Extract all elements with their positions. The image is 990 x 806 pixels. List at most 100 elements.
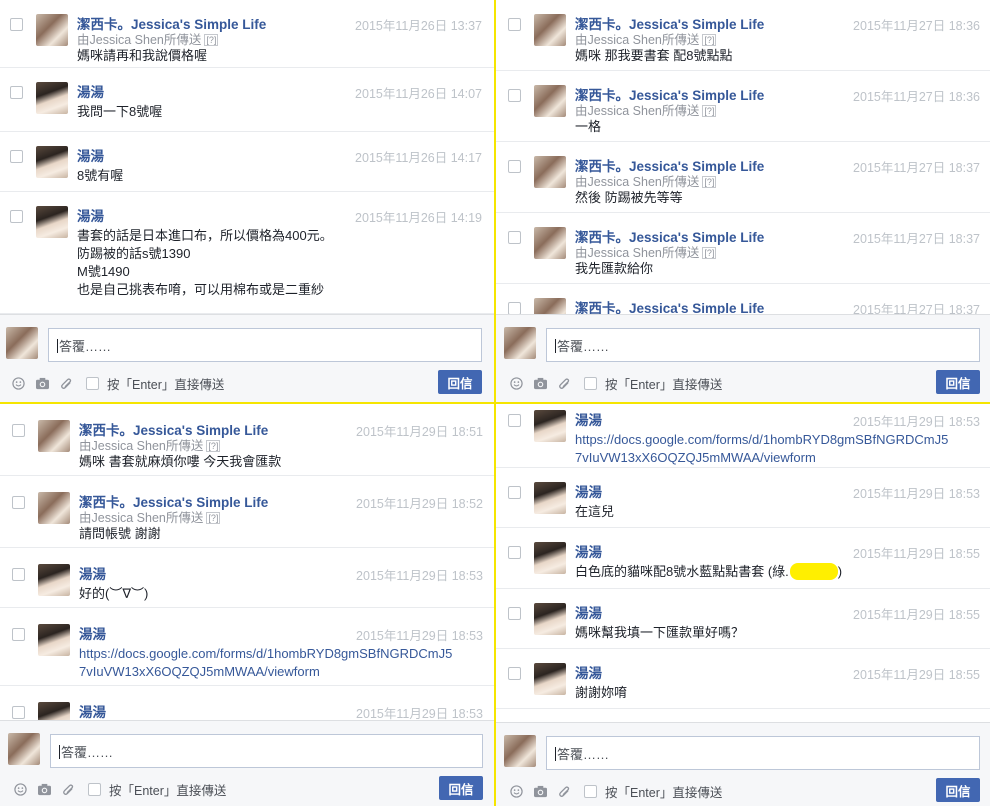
attach-icon[interactable] [60, 782, 76, 798]
reply-input[interactable]: 答覆…… [48, 328, 482, 362]
camera-icon[interactable] [532, 376, 548, 392]
camera-icon[interactable] [36, 782, 52, 798]
sender-name[interactable]: 湯湯 [77, 205, 104, 225]
sender-avatar[interactable] [534, 663, 566, 695]
sender-name[interactable]: 湯湯 [79, 563, 106, 583]
sender-avatar[interactable] [534, 482, 566, 514]
message-select-checkbox[interactable] [508, 18, 521, 31]
sender-avatar[interactable] [534, 410, 566, 442]
message-select-checkbox[interactable] [508, 302, 521, 314]
message-row[interactable]: 湯湯 2015年11月29日 18:53 [0, 686, 494, 720]
sender-avatar[interactable] [534, 85, 566, 117]
sender-avatar[interactable] [38, 702, 70, 720]
send-reply-button[interactable]: 回信 [936, 370, 980, 394]
message-select-checkbox[interactable] [12, 424, 25, 437]
sender-name[interactable]: 湯湯 [79, 701, 106, 720]
sender-name[interactable]: 湯湯 [575, 602, 602, 622]
message-row[interactable]: 潔西卡。Jessica's Simple Life 2015年11月27日 18:… [496, 284, 990, 314]
help-icon[interactable]: [?] [702, 105, 717, 117]
sender-avatar[interactable] [36, 146, 68, 178]
send-reply-button[interactable]: 回信 [936, 778, 980, 802]
emoji-icon[interactable] [10, 376, 26, 392]
sender-avatar[interactable] [38, 564, 70, 596]
sender-name[interactable]: 湯湯 [575, 481, 602, 501]
message-select-checkbox[interactable] [10, 210, 23, 223]
attach-icon[interactable] [556, 784, 572, 800]
sender-avatar[interactable] [534, 603, 566, 635]
message-select-checkbox[interactable] [10, 150, 23, 163]
message-select-checkbox[interactable] [508, 607, 521, 620]
send-reply-button[interactable]: 回信 [439, 776, 483, 800]
enter-to-send-checkbox[interactable] [86, 377, 99, 390]
sender-avatar[interactable] [534, 542, 566, 574]
help-icon[interactable]: [?] [206, 512, 221, 524]
send-reply-button[interactable]: 回信 [438, 370, 482, 394]
message-select-checkbox[interactable] [508, 546, 521, 559]
message-row[interactable]: 湯湯 2015年11月26日 14:07 我問一下8號喔 [0, 68, 494, 132]
enter-to-send-checkbox[interactable] [584, 785, 597, 798]
link-line[interactable]: 7vIuVW13xX6OQZQJ5mMWAA/viewform [575, 449, 948, 467]
camera-icon[interactable] [532, 784, 548, 800]
link-line[interactable]: https://docs.google.com/forms/d/1hombRYD… [79, 645, 452, 663]
sender-avatar[interactable] [534, 227, 566, 259]
message-row[interactable]: 潔西卡。Jessica's Simple Life 2015年11月26日 13:… [0, 0, 494, 68]
message-select-checkbox[interactable] [508, 486, 521, 499]
sender-name[interactable]: 湯湯 [575, 662, 602, 682]
reply-input[interactable]: 答覆…… [546, 736, 980, 770]
help-icon[interactable]: [?] [206, 440, 221, 452]
sender-avatar[interactable] [36, 14, 68, 46]
message-row[interactable]: 湯湯 2015年11月26日 14:17 8號有喔 [0, 132, 494, 192]
message-row[interactable]: 湯湯 2015年11月29日 18:53 https://docs.google.c… [0, 608, 494, 686]
message-select-checkbox[interactable] [508, 160, 521, 173]
sender-avatar[interactable] [534, 156, 566, 188]
message-row[interactable]: 潔西卡。Jessica's Simple Life 2015年11月27日 18:… [496, 213, 990, 284]
message-row[interactable]: 湯湯 2015年11月29日 18:53 好的(︶∇︶) [0, 548, 494, 608]
sender-avatar[interactable] [534, 14, 566, 46]
emoji-icon[interactable] [508, 784, 524, 800]
message-select-checkbox[interactable] [10, 86, 23, 99]
message-select-checkbox[interactable] [508, 414, 521, 427]
message-select-checkbox[interactable] [12, 628, 25, 641]
sender-avatar[interactable] [38, 624, 70, 656]
attach-icon[interactable] [556, 376, 572, 392]
message-row[interactable]: 潔西卡。Jessica's Simple Life 2015年11月29日 18:… [0, 404, 494, 476]
message-row[interactable]: 湯湯 2015年11月29日 18:53 https://docs.google.c… [496, 404, 990, 468]
help-icon[interactable]: [?] [702, 247, 717, 259]
link-line[interactable]: https://docs.google.com/forms/d/1hombRYD… [575, 431, 948, 449]
help-icon[interactable]: [?] [204, 34, 219, 46]
message-row[interactable]: 潔西卡。Jessica's Simple Life 2015年11月27日 18:… [496, 0, 990, 71]
sender-avatar[interactable] [534, 298, 566, 314]
help-icon[interactable]: [?] [702, 34, 717, 46]
message-row[interactable]: 潔西卡。Jessica's Simple Life 2015年11月29日 18:… [0, 476, 494, 548]
link-line[interactable]: 7vIuVW13xX6OQZQJ5mMWAA/viewform [79, 663, 452, 681]
reply-input[interactable]: 答覆…… [546, 328, 980, 362]
emoji-icon[interactable] [508, 376, 524, 392]
message-select-checkbox[interactable] [508, 89, 521, 102]
sender-name[interactable]: 潔西卡。Jessica's Simple Life [575, 297, 764, 314]
message-select-checkbox[interactable] [508, 231, 521, 244]
sender-name[interactable]: 湯湯 [77, 145, 104, 165]
enter-to-send-checkbox[interactable] [88, 783, 101, 796]
message-select-checkbox[interactable] [12, 496, 25, 509]
sender-avatar[interactable] [36, 206, 68, 238]
message-link[interactable]: https://docs.google.com/forms/d/1hombRYD… [575, 431, 948, 467]
reply-input[interactable]: 答覆…… [50, 734, 483, 768]
sender-name[interactable]: 湯湯 [77, 81, 104, 101]
enter-to-send-checkbox[interactable] [584, 377, 597, 390]
sender-avatar[interactable] [38, 420, 70, 452]
message-select-checkbox[interactable] [10, 18, 23, 31]
message-row[interactable]: 湯湯 2015年11月26日 14:19 書套的話是日本進口布，所以價格為400元。… [0, 192, 494, 314]
attach-icon[interactable] [58, 376, 74, 392]
message-select-checkbox[interactable] [12, 568, 25, 581]
camera-icon[interactable] [34, 376, 50, 392]
message-row[interactable]: 湯湯 2015年11月29日 18:55 媽咪幫我填一下匯款單好嗎？ [496, 589, 990, 649]
sender-name[interactable]: 湯湯 [79, 623, 106, 643]
sender-avatar[interactable] [38, 492, 70, 524]
message-row[interactable]: 潔西卡。Jessica's Simple Life 2015年11月27日 18:… [496, 142, 990, 213]
message-link[interactable]: https://docs.google.com/forms/d/1hombRYD… [79, 645, 452, 681]
sender-avatar[interactable] [36, 82, 68, 114]
message-row[interactable]: 湯湯 2015年11月29日 18:55 謝謝妳唷 [496, 649, 990, 709]
sender-name[interactable]: 湯湯 [575, 409, 602, 429]
sender-name[interactable]: 湯湯 [575, 541, 602, 561]
message-row[interactable]: 潔西卡。Jessica's Simple Life 2015年11月27日 18:… [496, 71, 990, 142]
